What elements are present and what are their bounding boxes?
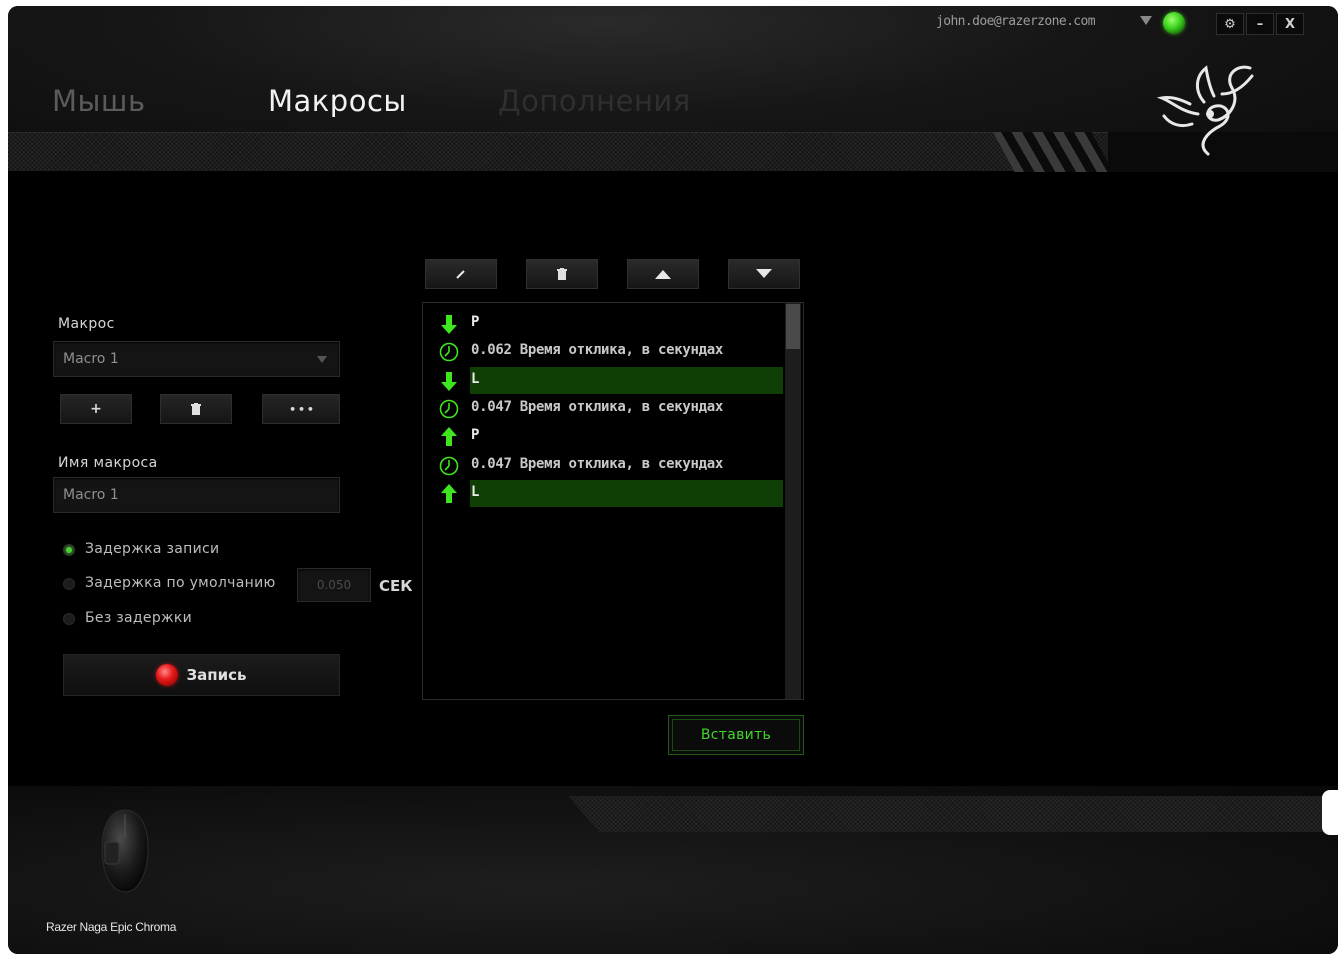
delete-macro-button[interactable] xyxy=(160,394,232,424)
footer-notch-decoration xyxy=(1322,790,1342,835)
header: Мышь Макросы Дополнения john.doe@razerzo… xyxy=(8,6,1338,172)
delete-event-button[interactable] xyxy=(526,259,598,289)
macro-name-input[interactable]: Macro 1 xyxy=(53,477,340,513)
more-options-button[interactable]: • • • xyxy=(262,394,340,424)
event-row[interactable]: 0.047 Время отклика, в секундах xyxy=(434,395,784,422)
key-up-arrow-icon xyxy=(441,484,457,503)
footer-stripe xyxy=(568,796,1338,832)
device-name[interactable]: Razer Naga Epic Chroma xyxy=(46,920,176,934)
close-button[interactable]: X xyxy=(1276,13,1304,35)
key-up-arrow-icon xyxy=(441,427,457,446)
macro-name-value: Macro 1 xyxy=(63,487,119,503)
macro-select[interactable]: Macro 1 xyxy=(53,341,340,377)
record-button[interactable]: Запись xyxy=(63,654,340,696)
insert-label: Вставить xyxy=(700,727,772,743)
record-delay-label[interactable]: Задержка записи xyxy=(85,541,219,557)
tab-macros[interactable]: Макросы xyxy=(268,84,407,118)
record-label: Запись xyxy=(186,666,247,684)
event-delay-text: 0.047 Время отклика, в секундах xyxy=(471,456,723,472)
macro-name-label: Имя макроса xyxy=(58,455,158,471)
default-delay-label[interactable]: Задержка по умолчанию xyxy=(85,575,276,591)
event-row[interactable]: L xyxy=(434,367,784,394)
edit-event-button[interactable] xyxy=(425,259,497,289)
scrollbar-track[interactable] xyxy=(785,303,801,699)
no-delay-label[interactable]: Без задержки xyxy=(85,610,192,626)
arrow-up-icon xyxy=(655,270,671,279)
default-delay-input[interactable]: 0.050 xyxy=(297,568,371,602)
move-up-button[interactable] xyxy=(627,259,699,289)
macro-label: Макрос xyxy=(58,316,115,332)
synapse-window: Мышь Макросы Дополнения john.doe@razerzo… xyxy=(8,6,1338,954)
default-delay-value: 0.050 xyxy=(316,578,352,592)
clock-icon xyxy=(439,399,459,419)
move-down-button[interactable] xyxy=(728,259,800,289)
sync-status-icon[interactable] xyxy=(1163,12,1185,34)
chevron-down-icon xyxy=(317,356,327,363)
insert-button[interactable]: Вставить xyxy=(668,715,804,755)
scrollbar-thumb[interactable] xyxy=(786,304,800,349)
minimize-button[interactable]: – xyxy=(1246,13,1274,35)
event-row[interactable]: 0.047 Время отклика, в секундах xyxy=(434,452,784,479)
event-key-text: L xyxy=(471,484,480,500)
event-row[interactable]: L xyxy=(434,480,784,507)
event-delay-text: 0.062 Время отклика, в секундах xyxy=(471,342,723,358)
razer-logo-icon xyxy=(1156,65,1254,156)
key-down-arrow-icon xyxy=(441,315,457,334)
mouse-device-icon[interactable] xyxy=(96,808,154,894)
event-key-text: L xyxy=(471,371,480,387)
trash-icon xyxy=(191,403,201,415)
event-row[interactable]: P xyxy=(434,310,784,337)
record-icon xyxy=(156,664,179,686)
radio-default-delay[interactable] xyxy=(63,578,75,590)
tab-addons[interactable]: Дополнения xyxy=(498,84,691,118)
tab-mouse[interactable]: Мышь xyxy=(52,84,146,118)
clock-icon xyxy=(439,456,459,476)
event-row[interactable]: 0.062 Время отклика, в секундах xyxy=(434,338,784,365)
event-key-text: P xyxy=(471,427,480,443)
event-delay-text: 0.047 Время отклика, в секундах xyxy=(471,399,723,415)
radio-no-delay[interactable] xyxy=(63,613,75,625)
key-down-arrow-icon xyxy=(441,372,457,391)
account-email[interactable]: john.doe@razerzone.com xyxy=(936,14,1096,29)
arrow-down-icon xyxy=(756,269,772,278)
settings-button[interactable]: ⚙ xyxy=(1216,13,1244,35)
delay-unit-label: СЕК xyxy=(379,577,413,595)
radio-record-delay[interactable] xyxy=(63,544,75,556)
event-row[interactable]: P xyxy=(434,423,784,450)
trash-icon xyxy=(557,268,567,280)
pencil-icon xyxy=(456,270,465,279)
account-dropdown-icon[interactable] xyxy=(1140,16,1152,25)
add-macro-button[interactable]: + xyxy=(60,394,132,424)
clock-icon xyxy=(439,342,459,362)
macro-select-value: Macro 1 xyxy=(63,351,119,367)
event-key-text: P xyxy=(471,314,480,330)
